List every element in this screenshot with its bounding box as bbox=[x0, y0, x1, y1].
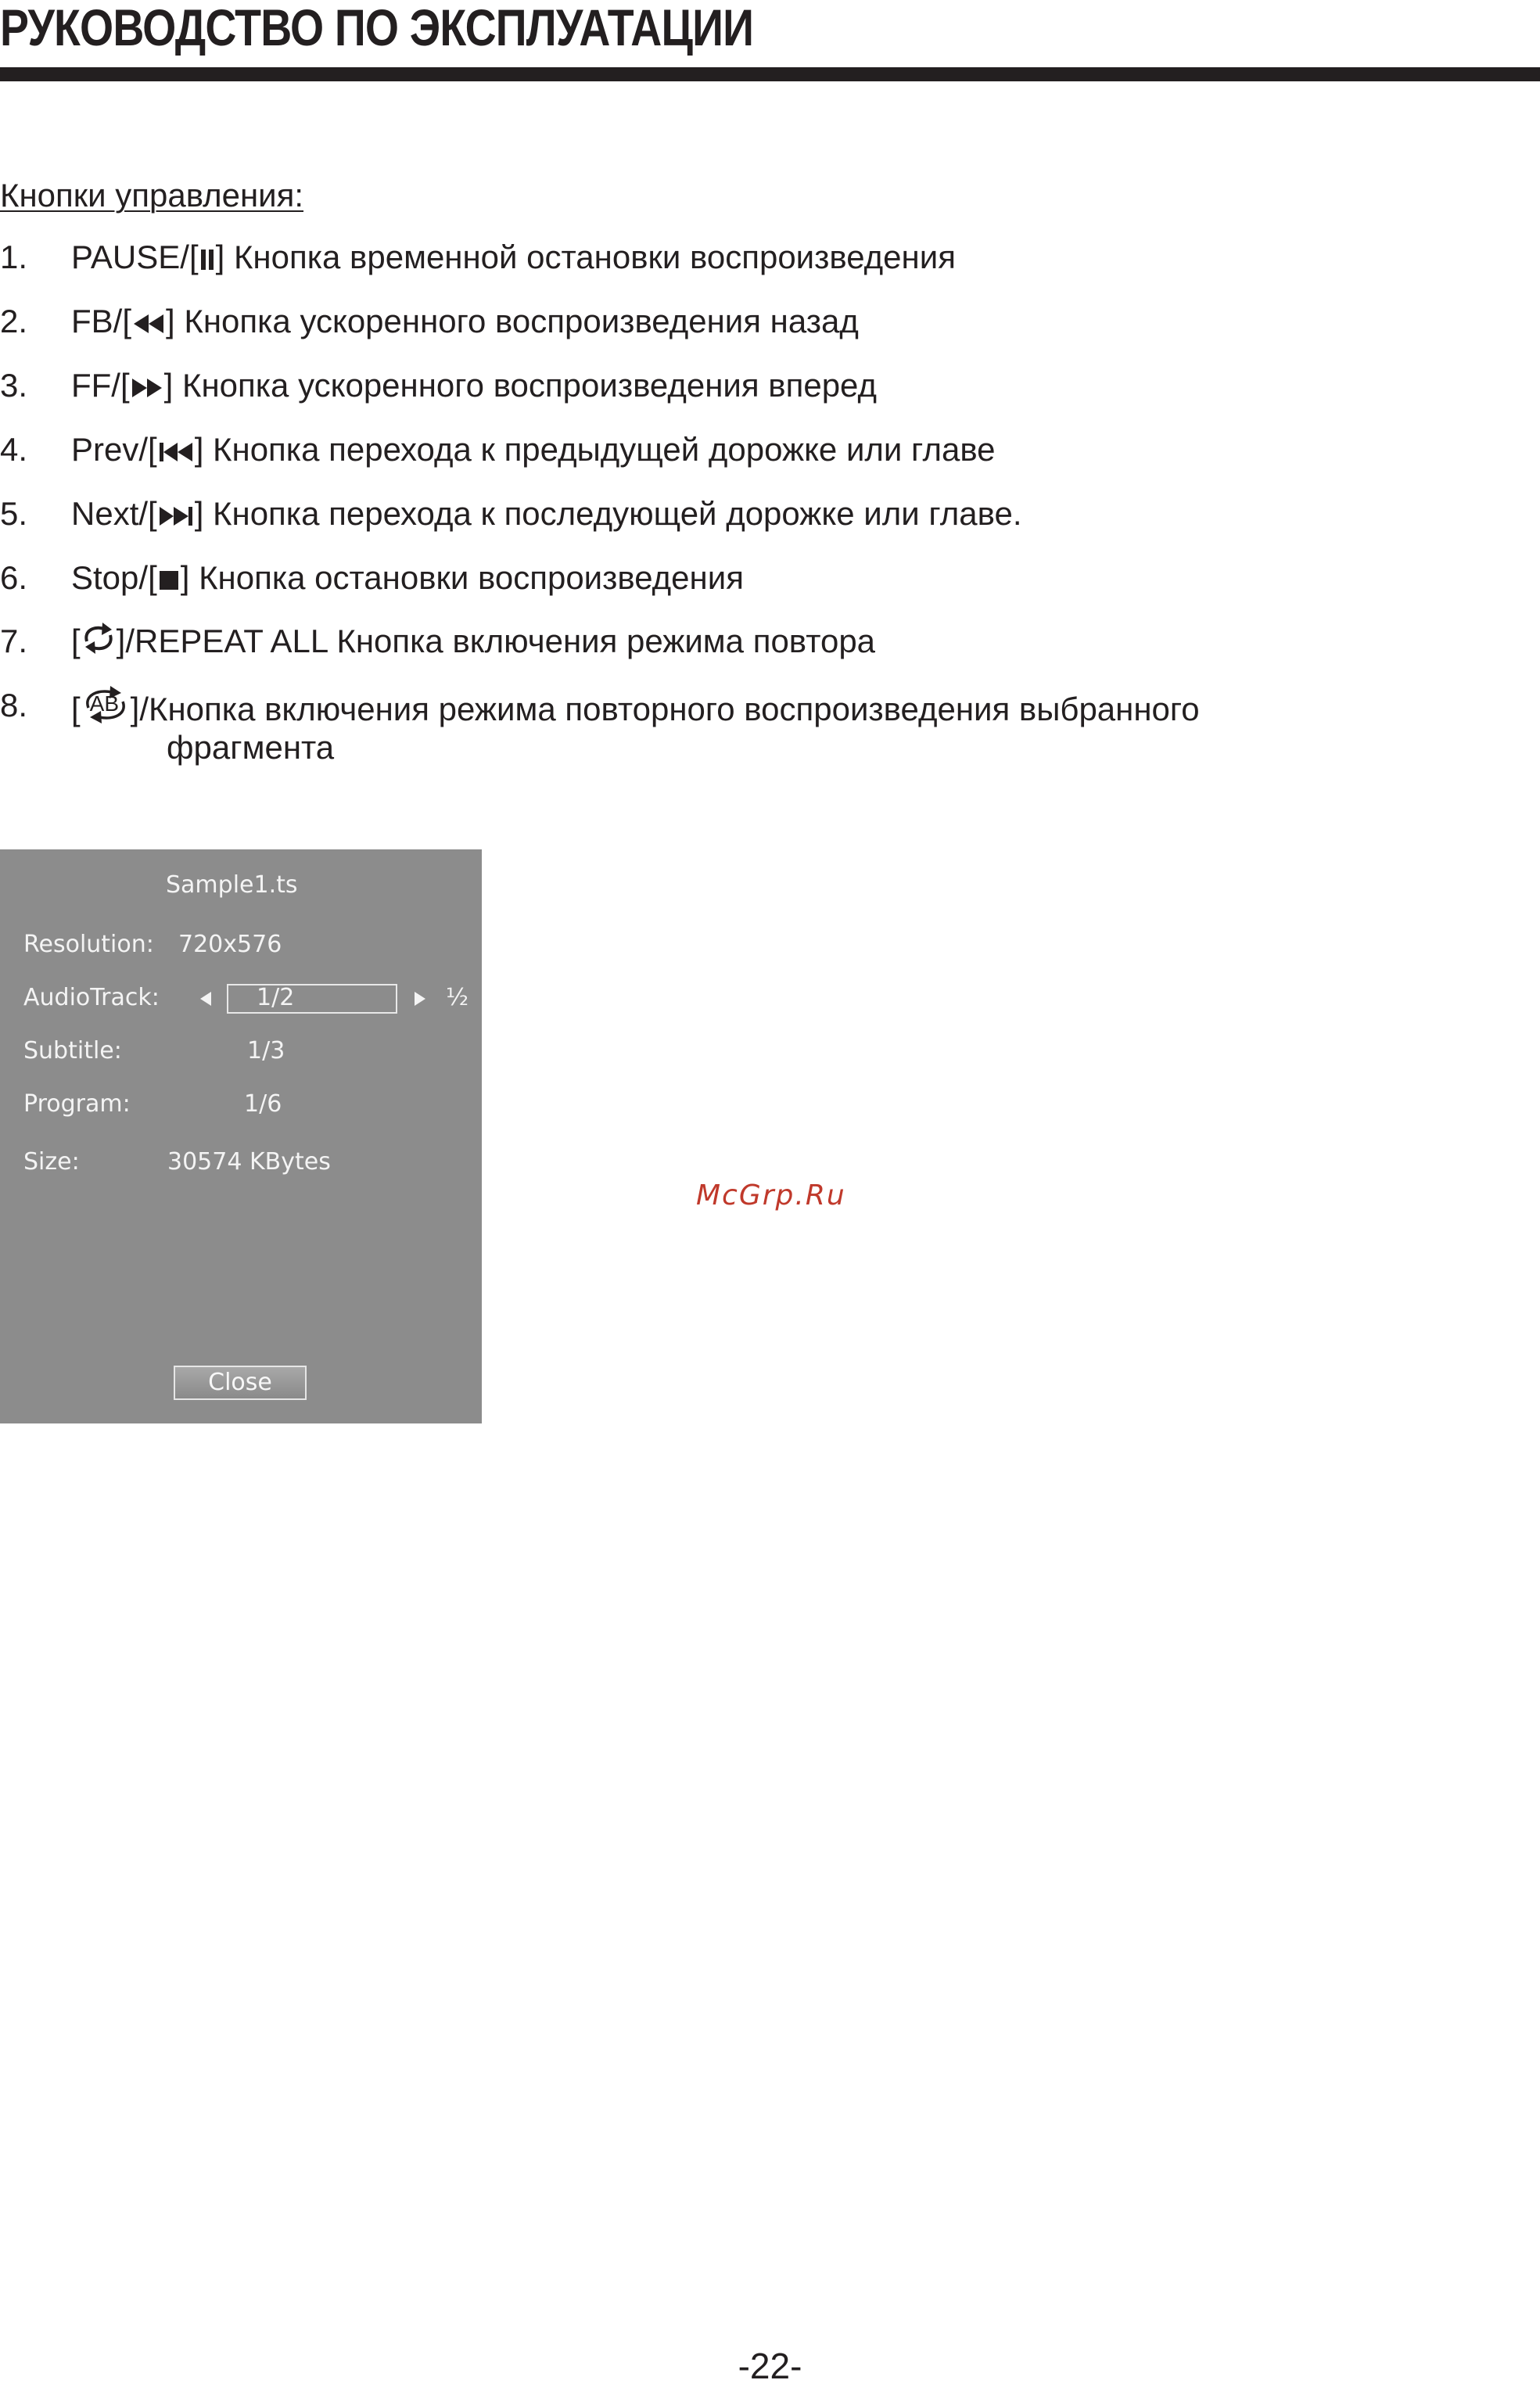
ab-icon-label: AB bbox=[89, 691, 120, 716]
item-prefix: Stop/[ bbox=[71, 559, 157, 596]
fast-backward-icon bbox=[131, 303, 166, 346]
item-description: ] Кнопка остановки воспроизведения bbox=[180, 559, 744, 596]
osd-file-name: Sample1.ts bbox=[166, 871, 298, 899]
item-description: ] Кнопка временной остановки воспроизвед… bbox=[215, 239, 956, 275]
item-description: ] Кнопка перехода к предыдущей дорожке и… bbox=[194, 431, 996, 468]
osd-resolution-value: 720x576 bbox=[178, 931, 282, 958]
item-number: 1. bbox=[0, 239, 28, 275]
item-prefix: FB/[ bbox=[71, 303, 132, 339]
item-description: ]/Кнопка включения режима повторного вос… bbox=[130, 691, 1200, 727]
fast-forward-icon bbox=[130, 368, 164, 410]
item-description: ] Кнопка ускоренного воспроизведения наз… bbox=[166, 303, 859, 339]
osd-size-value: 30574 KBytes bbox=[167, 1148, 331, 1176]
osd-audiotrack-extra: ½ bbox=[446, 984, 469, 1011]
skip-previous-icon bbox=[157, 432, 195, 474]
item-prefix: Prev/[ bbox=[71, 431, 157, 468]
osd-program-value: 1/6 bbox=[244, 1090, 282, 1118]
item-number: 6. bbox=[0, 559, 28, 596]
item-prefix: PAUSE/[ bbox=[71, 239, 199, 275]
item-description: ] Кнопка перехода к последующей дорожке … bbox=[194, 495, 1022, 532]
osd-size-label: Size: bbox=[23, 1148, 80, 1176]
item-number: 7. bbox=[0, 623, 28, 659]
item-number: 5. bbox=[0, 495, 28, 532]
page-header-title: РУКОВОДСТВО ПО ЭКСПЛУАТАЦИИ bbox=[0, 0, 754, 56]
osd-audiotrack-field[interactable] bbox=[227, 984, 397, 1014]
repeat-icon bbox=[81, 621, 117, 666]
item-prefix: Next/[ bbox=[71, 495, 157, 532]
pause-icon bbox=[199, 239, 216, 282]
skip-next-icon bbox=[157, 496, 195, 538]
watermark: McGrp.Ru bbox=[696, 1179, 846, 1212]
item-number: 3. bbox=[0, 367, 28, 404]
item-number: 2. bbox=[0, 303, 28, 339]
item-prefix: [ bbox=[71, 623, 81, 659]
item-number: 4. bbox=[0, 431, 28, 468]
section-heading: Кнопки управления: bbox=[0, 177, 304, 214]
osd-audiotrack-value: 1/2 bbox=[257, 984, 295, 1011]
osd-program-label: Program: bbox=[23, 1090, 131, 1118]
osd-subtitle-value: 1/3 bbox=[247, 1037, 285, 1064]
item-prefix: [ bbox=[71, 691, 81, 727]
osd-subtitle-label: Subtitle: bbox=[23, 1037, 122, 1064]
osd-resolution-label: Resolution: bbox=[23, 931, 154, 958]
item-number: 8. bbox=[0, 687, 28, 723]
osd-arrow-right-icon[interactable] bbox=[415, 992, 425, 1006]
item-description: ]/REPEAT ALL Кнопка включения режима пов… bbox=[116, 623, 876, 659]
item-description: ] Кнопка ускоренного воспроизведения впе… bbox=[163, 367, 878, 404]
header-rule bbox=[0, 67, 1540, 81]
item-prefix: FF/[ bbox=[71, 367, 130, 404]
item-continuation: фрагмента bbox=[167, 729, 335, 766]
osd-close-button[interactable]: Close bbox=[174, 1366, 307, 1400]
osd-arrow-left-icon[interactable] bbox=[200, 992, 211, 1006]
page-number: -22- bbox=[738, 2346, 802, 2386]
osd-audiotrack-label: AudioTrack: bbox=[23, 984, 160, 1011]
osd-info-panel: Sample1.ts Resolution: 720x576 AudioTrac… bbox=[0, 849, 482, 1423]
repeat-ab-icon: AB bbox=[81, 684, 131, 734]
stop-icon bbox=[157, 560, 181, 602]
